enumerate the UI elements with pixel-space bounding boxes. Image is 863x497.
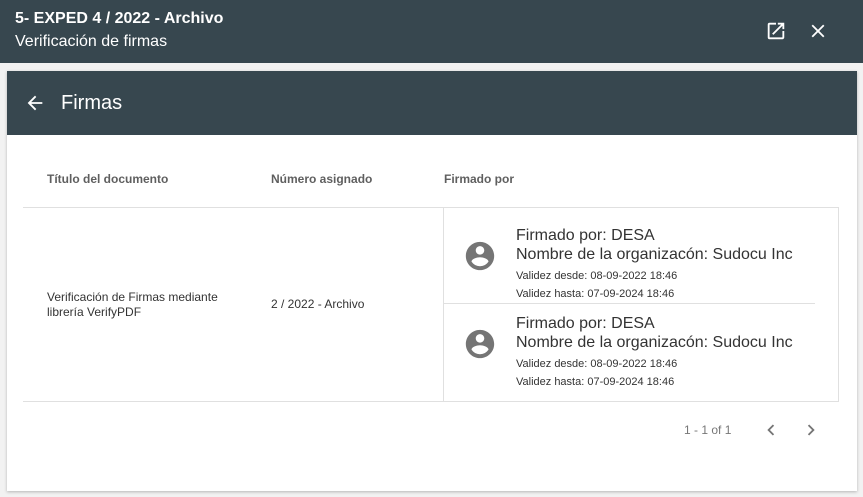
next-page-button[interactable] — [799, 418, 823, 442]
open-in-new-button[interactable] — [764, 19, 788, 43]
signer-organization: Nombre de la organizacón: Sudocu Inc — [516, 246, 793, 263]
account-circle-icon — [465, 329, 495, 359]
dialog-title: 5- EXPED 4 / 2022 - Archivo — [15, 10, 224, 27]
signer-item: Firmado por: DESA Nombre de la organizac… — [444, 301, 815, 391]
signer-name: Firmado por: DESA — [516, 227, 655, 244]
signer-valid-from: Validez desde: 08-09-2022 18:46 — [516, 270, 678, 282]
arrow-back-icon — [27, 95, 43, 111]
signer-name: Firmado por: DESA — [516, 315, 655, 332]
chevron-left-icon — [767, 424, 775, 436]
signatures-card: Firmas Título del documento Número asign… — [7, 71, 857, 491]
previous-page-button[interactable] — [759, 418, 783, 442]
table-row-assigned-number: 2 / 2022 - Archivo — [271, 297, 365, 311]
account-circle-icon — [465, 241, 495, 271]
card-toolbar: Firmas — [7, 71, 857, 135]
column-header-document-title: Título del documento — [47, 172, 169, 186]
signer-item: Firmado por: DESA Nombre de la organizac… — [444, 213, 815, 303]
card-title: Firmas — [61, 92, 123, 114]
paginator-range: 1 - 1 of 1 — [684, 423, 732, 437]
open-in-new-icon — [767, 22, 785, 40]
column-header-assigned-number: Número asignado — [271, 172, 373, 186]
signer-valid-to: Validez hasta: 07-09-2024 18:46 — [516, 376, 675, 388]
chevron-right-icon — [807, 424, 815, 436]
column-header-signed-by: Firmado por — [444, 172, 515, 186]
header-divider — [23, 207, 839, 208]
signer-valid-to: Validez hasta: 07-09-2024 18:46 — [516, 288, 675, 300]
close-icon — [811, 24, 825, 38]
signer-valid-from: Validez desde: 08-09-2022 18:46 — [516, 358, 678, 370]
row-divider — [23, 401, 839, 402]
signers-right-border — [838, 207, 839, 402]
signer-organization: Nombre de la organizacón: Sudocu Inc — [516, 334, 793, 351]
back-button[interactable] — [23, 91, 47, 115]
close-dialog-button[interactable] — [806, 19, 830, 43]
dialog-header: 5- EXPED 4 / 2022 - Archivo Verificación… — [0, 0, 863, 63]
dialog-subtitle: Verificación de firmas — [15, 33, 168, 50]
table-row-document-title: Verificación de Firmas mediante librería… — [47, 290, 218, 319]
